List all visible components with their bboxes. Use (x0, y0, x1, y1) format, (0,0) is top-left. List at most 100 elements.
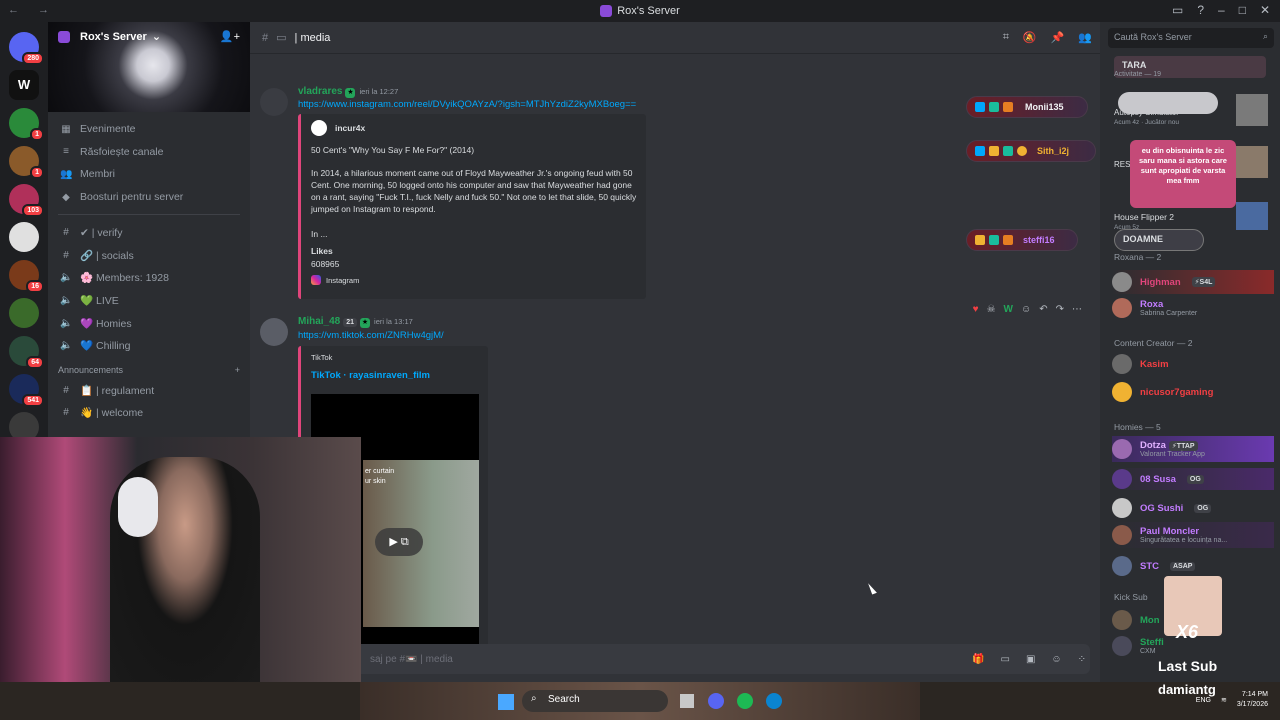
member-row[interactable]: Steffi CXM (1112, 636, 1164, 656)
add-channel-icon[interactable]: + (235, 365, 240, 375)
server-icon[interactable]: 64 (9, 336, 44, 369)
forward-icon[interactable]: ↷ (1056, 304, 1064, 315)
avatar[interactable] (260, 318, 288, 346)
member-status: Sabrina Carpenter (1140, 310, 1198, 317)
inbox-icon[interactable]: ▭ (1172, 3, 1183, 17)
threads-icon[interactable]: ⌗ (1003, 31, 1009, 44)
member-row[interactable]: 08 Susa OG (1112, 468, 1274, 490)
gift-icon[interactable]: 🎁 (972, 654, 984, 665)
spotify-icon[interactable] (737, 693, 753, 709)
member-row[interactable]: Mon (1112, 610, 1160, 630)
member-row[interactable]: Highman ⚡S4L (1112, 270, 1274, 294)
activity-sub: Acum 4z · Jucător nou (1114, 119, 1180, 126)
channel-live[interactable]: 🔈 💚 LIVE (48, 289, 250, 312)
taskbar-search[interactable]: ⌕ Search (522, 690, 668, 712)
member-tag: OG (1186, 474, 1204, 484)
channel-homies[interactable]: 🔈 💜 Homies (48, 312, 250, 335)
direct-messages-icon[interactable]: 280 (9, 32, 44, 65)
category-announcements[interactable]: Announcements + (48, 357, 250, 379)
pin-icon[interactable]: 📌 (1051, 31, 1065, 44)
clock[interactable]: 7:14 PM 3/17/2026 (1237, 690, 1268, 710)
speaker-icon: 🔈 (60, 340, 73, 352)
server-icon[interactable]: 1 (9, 146, 44, 179)
wifi-icon[interactable]: ≋ (1221, 696, 1227, 704)
member-list-icon[interactable]: 👥 (1078, 31, 1092, 44)
server-name-button[interactable]: Rox's Server ⌄ (58, 30, 161, 43)
play-button[interactable]: ▶ ⧉ (375, 528, 423, 556)
member-status: Singurătatea e locuința na... (1140, 537, 1228, 544)
channel-regulament[interactable]: # 📋 | regulament (48, 379, 250, 402)
server-search-input[interactable]: Caută Rox's Server ⌕ (1108, 28, 1274, 48)
member-row[interactable]: Dotza ⚡TTAP Valorant Tracker App (1112, 436, 1274, 462)
member-row[interactable]: STC ASAP (1112, 556, 1196, 576)
message-input[interactable]: saj pe #📼 | media (260, 644, 1090, 674)
member-name: Roxa (1140, 299, 1164, 310)
server-icon-w[interactable]: W (9, 70, 39, 100)
maximize-button[interactable]: □ (1239, 3, 1246, 17)
help-icon[interactable]: ? (1197, 3, 1204, 17)
last-sub-name: damiantg (1158, 682, 1216, 697)
member-tag: ⚡S4L (1191, 277, 1216, 287)
channel-label: 📋 | regulament (80, 384, 155, 397)
reply-icon[interactable]: ↶ (1039, 304, 1047, 315)
video-icon: ▭ (276, 32, 287, 44)
w-reaction-icon[interactable]: W (1004, 304, 1013, 315)
embed-author[interactable]: incur4x (335, 122, 365, 134)
floating-user-pill[interactable]: Sith_i2j (966, 140, 1096, 162)
server-icon[interactable] (9, 298, 39, 328)
emoji-icon[interactable]: ☺ (1051, 654, 1061, 665)
file-explorer-icon[interactable] (680, 694, 694, 708)
minimize-button[interactable]: – (1218, 3, 1225, 17)
skull-reaction-icon[interactable]: ☠ (987, 304, 996, 315)
channel-members-count[interactable]: 🔈 🌸 Members: 1928 (48, 267, 250, 290)
embed-title[interactable]: TikTok · rayasinraven_film (311, 370, 430, 381)
start-icon[interactable] (498, 694, 514, 710)
embed-provider: TikTok (311, 353, 333, 362)
server-icon[interactable]: 16 (9, 260, 44, 293)
badge-icon (1003, 102, 1013, 112)
message-link[interactable]: https://www.instagram.com/reel/DVyikQOAY… (298, 99, 636, 110)
server-icon[interactable] (9, 222, 39, 252)
message-author[interactable]: Mihai_48 21 ★ ieri la 13:17 (298, 316, 413, 328)
apps-icon[interactable]: ⁘ (1078, 654, 1086, 665)
sidebar-item-members[interactable]: 👥 Membri (48, 163, 250, 186)
sidebar-item-boosts[interactable]: ◆ Boosturi pentru server (48, 186, 250, 209)
channel-welcome[interactable]: # 👋 | welcome (48, 402, 250, 425)
add-reaction-icon[interactable]: ☺ (1021, 304, 1031, 315)
server-icon[interactable]: 541 (9, 374, 44, 407)
browse-icon: ≡ (63, 146, 69, 158)
server-icon[interactable]: 1 (9, 108, 44, 141)
member-row[interactable]: Paul Moncler Singurătatea e locuința na..… (1112, 522, 1274, 548)
message-link[interactable]: https://vm.tiktok.com/ZNRHw4gjM/ (298, 330, 444, 341)
avatar[interactable] (260, 88, 288, 116)
member-row[interactable]: nicusor7gaming (1112, 382, 1213, 402)
discord-icon[interactable] (708, 693, 724, 709)
server-icon[interactable]: 103 (9, 184, 44, 217)
invite-icon[interactable]: 👤+ (220, 30, 240, 43)
member-row[interactable]: Kasim (1112, 354, 1169, 374)
floating-user-pill[interactable]: steffi16 (966, 229, 1078, 251)
channel-socials[interactable]: # 🔗 | socials (48, 244, 250, 267)
member-row[interactable]: Roxa Sabrina Carpenter (1112, 298, 1197, 318)
member-status: Valorant Tracker App (1140, 451, 1205, 458)
nav-arrows[interactable]: ← → (8, 4, 57, 16)
edge-icon[interactable] (766, 693, 782, 709)
more-icon[interactable]: ⋯ (1072, 304, 1082, 315)
message-author[interactable]: vladrares ★ ieri la 12:27 (298, 86, 398, 98)
sidebar-item-events[interactable]: ▦ Evenimente (48, 118, 250, 141)
floating-user-pill[interactable]: Monii135 (966, 96, 1088, 118)
member-row[interactable]: OG Sushi OG (1112, 498, 1212, 518)
channel-chilling[interactable]: 🔈 💙 Chilling (48, 334, 250, 357)
sidebar-item-browse[interactable]: ≡ Răsfoiește canale (48, 141, 250, 164)
notifications-icon[interactable]: 🔕 (1023, 31, 1037, 44)
channel-verify[interactable]: # ✔ | verify (48, 221, 250, 244)
sidebar-item-label: Membri (80, 168, 116, 181)
gif-icon[interactable]: ▭ (1000, 654, 1009, 665)
language-indicator[interactable]: ENG (1196, 697, 1211, 704)
speaker-icon: 🔈 (60, 294, 73, 306)
sticker-icon[interactable]: ▣ (1026, 654, 1035, 665)
activity-image (1236, 94, 1268, 126)
heart-reaction-icon[interactable]: ♥ (973, 304, 979, 315)
headphone-icon (118, 477, 158, 537)
close-button[interactable]: ✕ (1260, 3, 1270, 17)
